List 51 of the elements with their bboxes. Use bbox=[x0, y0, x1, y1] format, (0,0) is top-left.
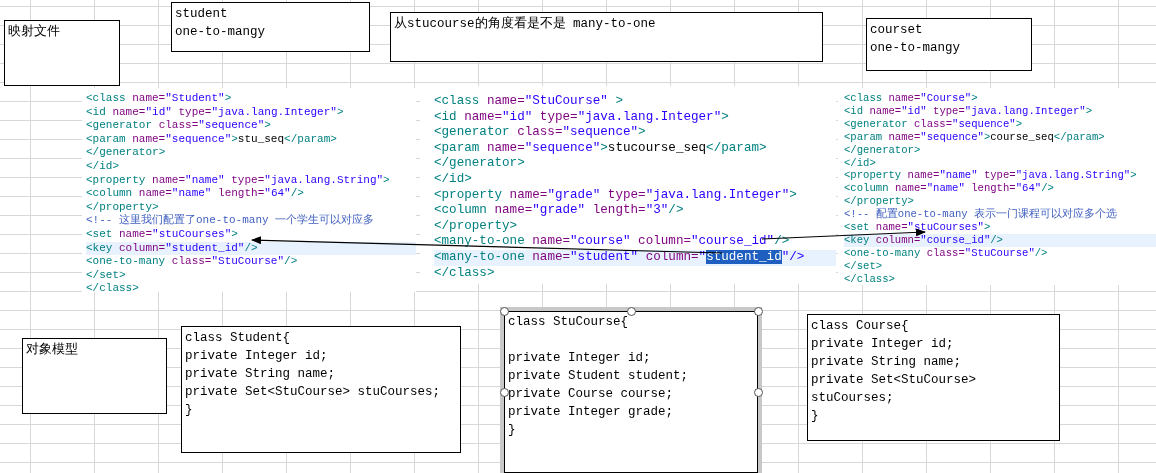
code-line: </id> bbox=[844, 156, 877, 170]
code-line: </generator> bbox=[434, 156, 526, 172]
code-line: <param name="sequence">stucourse_seq</param> bbox=[434, 140, 768, 157]
code-line: </class> bbox=[86, 282, 140, 292]
text-box[interactable]: 对象模型 bbox=[22, 338, 167, 414]
code-line: <column name="name" length="64"/> bbox=[844, 182, 1055, 196]
code-line: <id name="id" type="java.lang.Integer"> bbox=[434, 109, 730, 126]
code-line: <id name="id" type="java.lang.Integer"> bbox=[86, 105, 345, 120]
code-line: <generator class="sequence"> bbox=[434, 125, 647, 141]
code-line: <class name="Course"> bbox=[844, 92, 979, 105]
code-line: <generator class="sequence"> bbox=[844, 117, 1024, 131]
code-line: </set> bbox=[86, 268, 127, 283]
code-line: </generator> bbox=[86, 146, 167, 160]
code-line: <id name="id" type="java.lang.Integer"> bbox=[844, 104, 1093, 118]
code-line: <param name="sequence">course_seq</param> bbox=[844, 130, 1106, 144]
text-box[interactable]: 映射文件 bbox=[4, 20, 120, 86]
code-line: </property> bbox=[86, 200, 160, 214]
code-line: <!-- 这里我们配置了one-to-many 一个学生可以对应多 bbox=[86, 214, 376, 228]
code-line: </id> bbox=[434, 171, 473, 188]
code-line: <property name="name" type="java.lang.String"> bbox=[844, 169, 1138, 183]
code-line: <property name="grade" type="java.lang.Integer"> bbox=[434, 187, 798, 204]
code-line: <set name="stuCourses"> bbox=[86, 227, 239, 242]
code-line: </property> bbox=[434, 218, 519, 235]
code-line: <param name="sequence">stu_seq</param> bbox=[86, 132, 338, 147]
resize-handle[interactable] bbox=[500, 388, 509, 397]
text-box[interactable]: class Student{ private Integer id; private String name; private Set<StuCourse> stuCourses; } bbox=[181, 326, 461, 453]
code-line: </id> bbox=[86, 159, 120, 174]
code-line: <column name="name" length="64"/> bbox=[86, 187, 305, 201]
resize-handle[interactable] bbox=[627, 307, 636, 316]
code-line: <!-- 配置one-to-many 表示一门课程可以对应多个选 bbox=[844, 208, 1119, 222]
code-line: <property name="name" type="java.lang.String"> bbox=[86, 173, 391, 188]
text-box[interactable]: class Course{ private Integer id; private String name; private Set<StuCourse> stuCourses; } bbox=[807, 314, 1060, 441]
text-box[interactable]: class StuCourse{ private Integer id; private Student student; private Course course; private Integer grade; } bbox=[500, 307, 762, 473]
resize-handle[interactable] bbox=[754, 307, 763, 316]
text-box[interactable]: 从stucourse的角度看是不是 many-to-one bbox=[390, 12, 823, 62]
code-line: <one-to-many class="StuCourse"/> bbox=[844, 246, 1049, 260]
text-box[interactable]: student one-to-mangy bbox=[171, 2, 370, 52]
code-line: </generator> bbox=[844, 143, 922, 157]
code-line: </property> bbox=[844, 195, 915, 208]
code-line: </class> bbox=[844, 272, 896, 285]
code-line: <class name="Student"> bbox=[86, 92, 233, 106]
code-line: <class name="StuCourse" > bbox=[434, 94, 624, 110]
resize-handle[interactable] bbox=[500, 307, 509, 316]
code-line: <one-to-many class="StuCourse"/> bbox=[86, 255, 299, 269]
code-line: <column name="grade" length="3"/> bbox=[434, 203, 685, 219]
code-line: <set name="stuCourses"> bbox=[844, 221, 992, 234]
resize-handle[interactable] bbox=[754, 388, 763, 397]
code-line: </set> bbox=[844, 259, 884, 273]
text-box[interactable]: courset one-to-mangy bbox=[866, 18, 1032, 71]
code-line: <generator class="sequence"> bbox=[86, 119, 272, 133]
code-line: </class> bbox=[434, 265, 496, 282]
